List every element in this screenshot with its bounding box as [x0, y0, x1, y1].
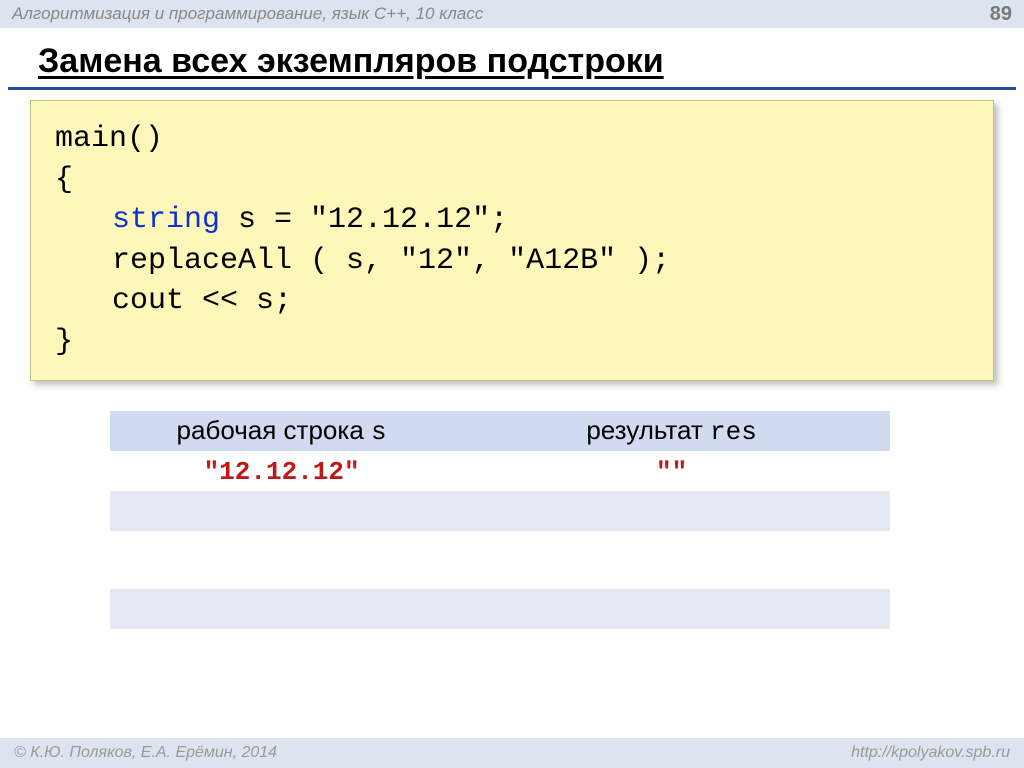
- cell-value: "": [656, 457, 687, 487]
- table-row: [110, 589, 890, 629]
- cell-value: "12.12.12": [204, 457, 360, 487]
- code-line: replaceAll ( s, "12", "A12B" );: [55, 241, 969, 282]
- slide-title: Замена всех экземпляров подстроки: [8, 28, 1016, 90]
- keyword: string: [112, 203, 220, 237]
- subject-label: Алгоритмизация и программирование, язык …: [12, 4, 483, 24]
- code-line: cout << s;: [55, 281, 969, 322]
- page-number: 89: [990, 3, 1012, 26]
- table-row: [110, 491, 890, 531]
- footer-url: http://kpolyakov.spb.ru: [851, 744, 1010, 762]
- table-gap: [110, 571, 890, 589]
- header-bar: Алгоритмизация и программирование, язык …: [0, 0, 1024, 28]
- code-line: main(): [55, 119, 969, 160]
- trace-table: рабочая строка s результат res "12.12.12…: [110, 411, 890, 669]
- table-row: [110, 531, 890, 571]
- code-line: }: [55, 322, 969, 363]
- code-line: {: [55, 160, 969, 201]
- code-line: string s = "12.12.12";: [55, 200, 969, 241]
- table-header-right: результат res: [453, 411, 890, 451]
- copyright: © К.Ю. Поляков, Е.А. Ерёмин, 2014: [14, 744, 277, 762]
- code-block: main() { string s = "12.12.12"; replaceA…: [30, 100, 994, 381]
- table-row: [110, 629, 890, 669]
- table-header-left: рабочая строка s: [110, 411, 453, 451]
- footer-bar: © К.Ю. Поляков, Е.А. Ерёмин, 2014 http:/…: [0, 738, 1024, 768]
- table-row: "12.12.12" "": [110, 451, 890, 491]
